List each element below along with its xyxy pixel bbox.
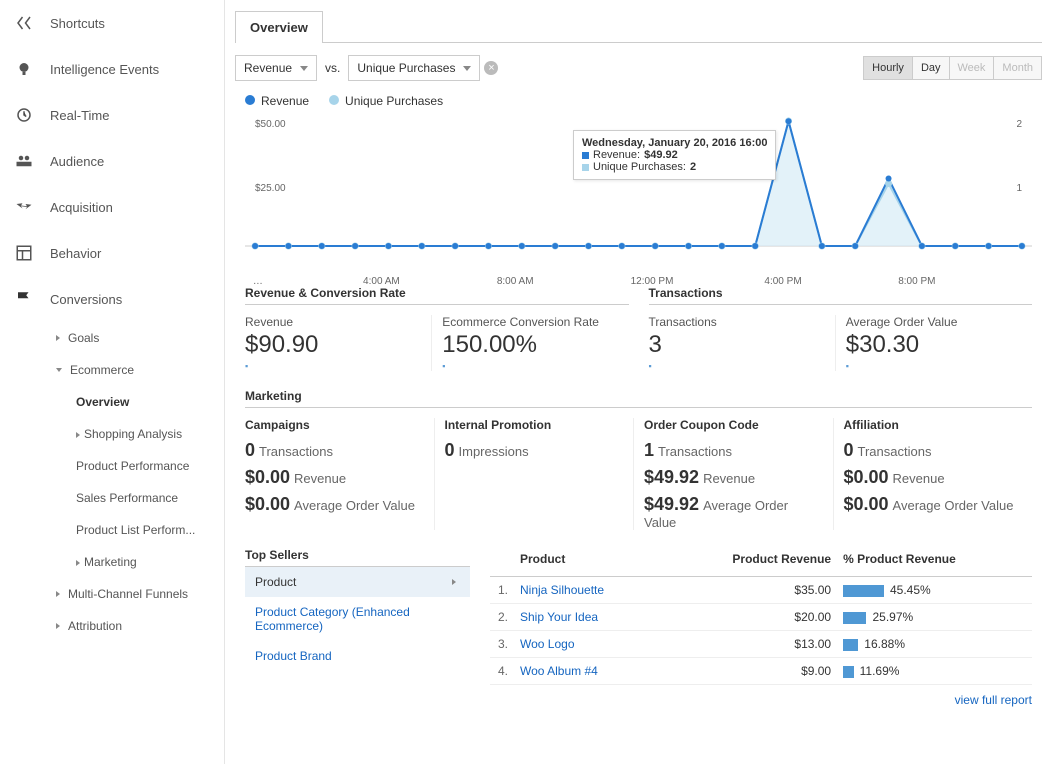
main-content: Overview Revenue vs. Unique Purchases × …: [225, 0, 1052, 764]
y-axis-right-label: 2: [1016, 119, 1022, 130]
col-revenue: Product Revenue: [664, 548, 837, 577]
sidebar-label: Real-Time: [50, 108, 109, 123]
sidebar-label: Audience: [50, 154, 104, 169]
time-granularity-toggle: Hourly Day Week Month: [863, 56, 1042, 80]
vs-label: vs.: [325, 61, 340, 75]
sidebar-sub2-item[interactable]: Marketing: [56, 546, 224, 578]
metric2-selector[interactable]: Unique Purchases: [348, 55, 480, 81]
sparkline: [245, 361, 431, 371]
sidebar-sub-mcf[interactable]: Multi-Channel Funnels: [56, 578, 224, 610]
sidebar-sub-ecommerce[interactable]: Ecommerce: [56, 354, 224, 386]
metric-revenue[interactable]: Revenue $90.90: [245, 315, 431, 371]
col-pct: % Product Revenue: [837, 548, 1032, 577]
sidebar-item-behavior[interactable]: Behavior: [0, 230, 224, 276]
sidebar: Shortcuts Intelligence Events Real-Time …: [0, 0, 225, 764]
y-axis-left-label: $50.00: [255, 119, 286, 130]
topsellers-dimension[interactable]: Product Category (Enhanced Ecommerce): [245, 597, 470, 641]
product-table: Product Product Revenue % Product Revenu…: [490, 548, 1032, 685]
y-axis-right-label: 1: [1016, 183, 1022, 194]
table-row: 1.Ninja Silhouette$35.0045.45%: [490, 577, 1032, 604]
sidebar-sub2-item[interactable]: Overview: [56, 386, 224, 418]
tab-overview[interactable]: Overview: [235, 11, 323, 43]
y-axis-left-label: $25.00: [255, 183, 286, 194]
caret-right-icon: [452, 579, 456, 585]
caret-down-icon: [300, 66, 308, 71]
line-chart[interactable]: $50.00 $25.00 2 1 Wednesday, January 20,…: [245, 116, 1032, 276]
section-transactions-title: Transactions: [649, 286, 1033, 305]
sidebar-sub-goals[interactable]: Goals: [56, 322, 224, 354]
topsellers-dimension[interactable]: Product: [245, 567, 470, 597]
product-link[interactable]: Ship Your Idea: [514, 604, 664, 631]
sidebar-item-audience[interactable]: Audience: [0, 138, 224, 184]
marketing-card[interactable]: Order Coupon Code1Transactions$49.92Reve…: [633, 418, 833, 530]
caret-right-icon: [76, 560, 80, 566]
sidebar-sub2-item[interactable]: Sales Performance: [56, 482, 224, 514]
caret-right-icon: [56, 623, 60, 629]
topsellers-dimension[interactable]: Product Brand: [245, 641, 470, 671]
metric1-selector[interactable]: Revenue: [235, 55, 317, 81]
people-icon: [14, 151, 34, 171]
chart-tooltip: Wednesday, January 20, 2016 16:00 Revenu…: [573, 130, 776, 180]
caret-right-icon: [56, 335, 60, 341]
time-day-button[interactable]: Day: [913, 57, 950, 79]
shortcuts-icon: [14, 13, 34, 33]
table-row: 2.Ship Your Idea$20.0025.97%: [490, 604, 1032, 631]
marketing-card[interactable]: Internal Promotion0Impressions: [434, 418, 634, 530]
tooltip-title: Wednesday, January 20, 2016 16:00: [582, 137, 767, 149]
bulb-icon: [14, 59, 34, 79]
sparkline: [442, 361, 628, 371]
sidebar-label: Intelligence Events: [50, 62, 159, 77]
remove-metric2-button[interactable]: ×: [484, 61, 498, 75]
chart-legend: Revenue Unique Purchases: [235, 89, 1042, 112]
arrows-icon: [14, 197, 34, 217]
legend-unique-dot: [329, 95, 339, 105]
product-link[interactable]: Woo Album #4: [514, 658, 664, 685]
product-link[interactable]: Ninja Silhouette: [514, 577, 664, 604]
sidebar-item-conversions[interactable]: Conversions: [0, 276, 224, 322]
sidebar-item-realtime[interactable]: Real-Time: [0, 92, 224, 138]
metric-conversion-rate[interactable]: Ecommerce Conversion Rate 150.00%: [431, 315, 628, 371]
section-revconv-title: Revenue & Conversion Rate: [245, 286, 629, 305]
sidebar-label: Acquisition: [50, 200, 113, 215]
marketing-card[interactable]: Affiliation0Transactions$0.00Revenue$0.0…: [833, 418, 1033, 530]
sidebar-sub2-item[interactable]: Shopping Analysis: [56, 418, 224, 450]
sidebar-sub-attribution[interactable]: Attribution: [56, 610, 224, 642]
table-row: 3.Woo Logo$13.0016.88%: [490, 631, 1032, 658]
tooltip-revenue-dot: [582, 152, 589, 159]
flag-icon: [14, 289, 34, 309]
legend-revenue-dot: [245, 95, 255, 105]
marketing-card[interactable]: Campaigns0Transactions$0.00Revenue$0.00A…: [245, 418, 434, 530]
clock-icon: [14, 105, 34, 125]
product-link[interactable]: Woo Logo: [514, 631, 664, 658]
caret-down-icon: [463, 66, 471, 71]
sidebar-label: Conversions: [50, 292, 122, 307]
time-month-button: Month: [994, 57, 1041, 79]
metric-transactions[interactable]: Transactions 3: [649, 315, 835, 371]
topsellers-title: Top Sellers: [245, 548, 470, 567]
layout-icon: [14, 243, 34, 263]
col-product: Product: [514, 548, 664, 577]
sidebar-label: Behavior: [50, 246, 101, 261]
caret-right-icon: [56, 591, 60, 597]
sparkline: [846, 361, 1032, 371]
time-hourly-button[interactable]: Hourly: [864, 57, 913, 79]
metric-aov[interactable]: Average Order Value $30.30: [835, 315, 1032, 371]
table-row: 4.Woo Album #4$9.0011.69%: [490, 658, 1032, 685]
sidebar-sub2-item[interactable]: Product Performance: [56, 450, 224, 482]
sidebar-item-acquisition[interactable]: Acquisition: [0, 184, 224, 230]
section-marketing-title: Marketing: [245, 389, 1032, 408]
caret-right-icon: [76, 432, 80, 438]
tab-bar: Overview: [235, 10, 1042, 43]
sidebar-sub2-item[interactable]: Product List Perform...: [56, 514, 224, 546]
time-week-button: Week: [950, 57, 995, 79]
sidebar-item-intelligence[interactable]: Intelligence Events: [0, 46, 224, 92]
sparkline: [649, 361, 835, 371]
caret-down-icon: [56, 368, 62, 372]
sidebar-label: Shortcuts: [50, 16, 105, 31]
tooltip-unique-dot: [582, 164, 589, 171]
sidebar-item-shortcuts[interactable]: Shortcuts: [0, 0, 224, 46]
view-full-report-link[interactable]: view full report: [955, 693, 1032, 707]
